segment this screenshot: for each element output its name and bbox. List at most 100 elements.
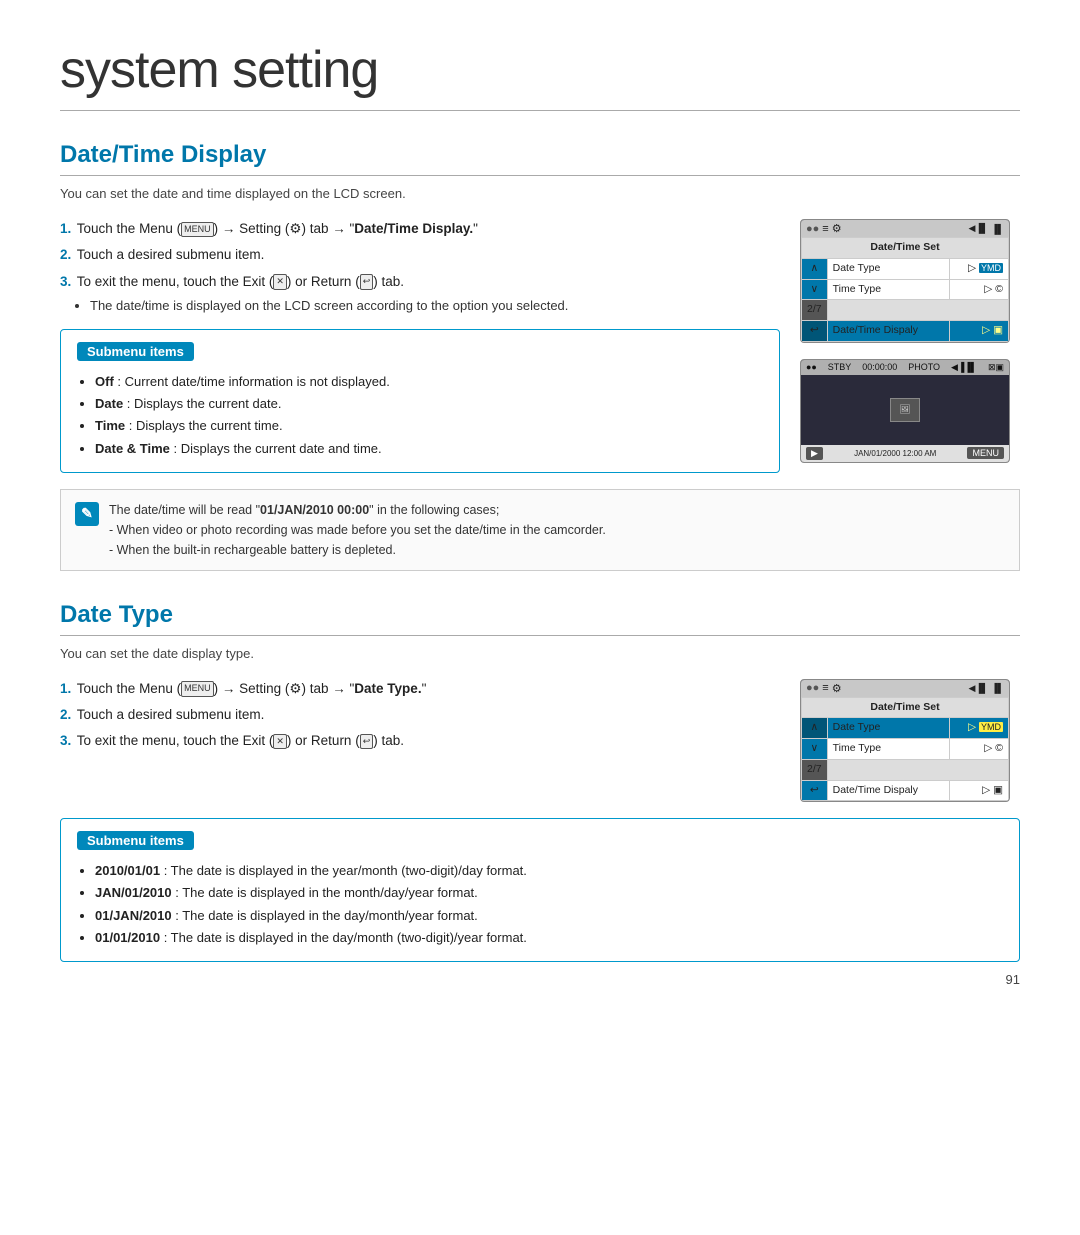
step1-3: 3. To exit the menu, touch the Exit (✕) …	[60, 272, 780, 316]
cam-datetype-value: ▷ YMD	[950, 258, 1009, 279]
section-datetime-display: Date/Time Display You can set the date a…	[60, 141, 1020, 571]
cam-playback-screenshot: ●● STBY 00:00:00 PHOTO ◀▐▐▌ ⊠▣ 🖼 ▶ JAN/0…	[800, 359, 1010, 463]
page-title: system setting	[60, 40, 1020, 100]
cam-topbar-icons-2: ●● ≡ ⚙	[806, 682, 842, 695]
section2-screenshots: ●● ≡ ⚙ ◀▐▌ ▐▌ Date/Time Set ∧ Da	[800, 679, 1020, 803]
step1-3-bullet1: The date/time is displayed on the LCD sc…	[90, 296, 780, 316]
section1-content: 1. Touch the Menu (MENU) → Setting (⚙) t…	[60, 219, 1020, 473]
cam-counter: 2/7	[802, 300, 828, 321]
step2-3: 3. To exit the menu, touch the Exit (✕) …	[60, 731, 780, 751]
cam-menu-header-2: Date/Time Set	[802, 697, 1009, 718]
cam-time-label: 00:00:00	[862, 362, 897, 372]
cam-battery-area: ◀▐▌ ▐▌	[969, 223, 1004, 234]
cam-oo-icon-3: ●●	[806, 682, 819, 694]
cam-nav-up-2: ∧	[802, 718, 828, 739]
step2-3-num: 3.	[60, 733, 71, 748]
cam-menu-list-icon: ≡	[822, 223, 828, 235]
cam-gear-icon-2: ⚙	[832, 682, 842, 695]
cam-display-label: Date/Time Dispaly	[827, 321, 950, 342]
cam-menu-table-1: Date/Time Set ∧ Date Type ▷ YMD ∨ Time T…	[801, 237, 1009, 342]
cam-menu-list-icon-2: ≡	[822, 682, 828, 694]
section2-content: 1. Touch the Menu (MENU) → Setting (⚙) t…	[60, 679, 1020, 803]
setting-icon: ⚙	[289, 221, 301, 236]
submenu-item-datetime: Date & Time : Displays the current date …	[95, 438, 763, 460]
section1-steps-area: 1. Touch the Menu (MENU) → Setting (⚙) t…	[60, 219, 780, 473]
note-line1: The date/time will be read "01/JAN/2010 …	[109, 503, 499, 517]
submenu-item-off: Off : Current date/time information is n…	[95, 371, 763, 393]
exit-icon: ✕	[273, 274, 287, 290]
return-icon-2: ↩	[360, 734, 374, 750]
step1-1-num: 1.	[60, 221, 71, 236]
cam-menu-button[interactable]: MENU	[967, 447, 1004, 459]
cam-thumbnail: 🖼	[890, 398, 920, 422]
section1-screenshots: ●● ≡ ⚙ ◀▐▌ ▐▌ Date/Time Set ∧ Da	[800, 219, 1020, 473]
section2-submenu-box: Submenu items 2010/01/01 : The date is d…	[60, 818, 1020, 961]
cam-play-button[interactable]: ▶	[806, 447, 823, 460]
cam-menu-row-timetype-2: ∨ Time Type ▷ ©	[802, 739, 1009, 760]
cam-display-value: ▷ ▣	[950, 321, 1009, 342]
cam-timetype-value: ▷ ©	[950, 279, 1009, 300]
section2-steps-area: 1. Touch the Menu (MENU) → Setting (⚙) t…	[60, 679, 780, 803]
cam-screenshot-2: ●● ≡ ⚙ ◀▐▌ ▐▌ Date/Time Set ∧ Da	[800, 679, 1010, 803]
submenu-item-time: Time : Displays the current time.	[95, 415, 763, 437]
step2-2-num: 2.	[60, 707, 71, 722]
section-date-type: Date Type You can set the date display t…	[60, 601, 1020, 962]
cam-nav-down-2: ∨	[802, 739, 828, 760]
cam-battery-icon-2: ▐▌	[991, 683, 1004, 693]
cam-date-display: JAN/01/2000 12:00 AM	[854, 449, 936, 458]
cam-topbar-2: ●● ≡ ⚙ ◀▐▌ ▐▌	[801, 680, 1009, 697]
section1-submenu-box: Submenu items Off : Current date/time in…	[60, 329, 780, 472]
section2-divider	[60, 635, 1020, 636]
cam-nav-down: ∨	[802, 279, 828, 300]
submenu2-item-ymd: 2010/01/01 : The date is displayed in th…	[95, 860, 1003, 882]
cam-menu-row-datetype-2: ∧ Date Type ▷ YMD	[802, 718, 1009, 739]
step1-1: 1. Touch the Menu (MENU) → Setting (⚙) t…	[60, 219, 780, 239]
cam-menu-table-2: Date/Time Set ∧ Date Type ▷ YMD ∨ Time T…	[801, 697, 1009, 802]
submenu2-item-dmy: 01/JAN/2010 : The date is displayed in t…	[95, 905, 1003, 927]
step1-2-num: 2.	[60, 247, 71, 262]
cam-menu-row-counter-2: 2/7	[802, 759, 1009, 780]
step2-1-target: Date Type.	[354, 681, 421, 696]
note-line2: - When video or photo recording was made…	[109, 523, 606, 537]
cam-gear-icon: ⚙	[832, 222, 842, 235]
section1-divider	[60, 175, 1020, 176]
cam-counter-2: 2/7	[802, 759, 828, 780]
step2-2: 2. Touch a desired submenu item.	[60, 705, 780, 725]
cam-nav-up: ∧	[802, 258, 828, 279]
menu-icon-2: MENU	[181, 681, 214, 697]
menu-icon: MENU	[181, 222, 214, 238]
return-icon: ↩	[360, 274, 374, 290]
cam-battery-area-2: ◀▐▌ ▐▌	[969, 683, 1004, 694]
cam-menu-header-row: Date/Time Set	[802, 238, 1009, 259]
cam-menu-header: Date/Time Set	[802, 238, 1009, 259]
step1-3-bullets: The date/time is displayed on the LCD sc…	[90, 296, 780, 316]
cam-display-value-2: ▷ ▣	[950, 780, 1009, 801]
submenu2-item-dmy2: 01/01/2010 : The date is displayed in th…	[95, 927, 1003, 949]
cam-nav-return: ↩	[802, 321, 828, 342]
cam-datetype-label: Date Type	[827, 258, 950, 279]
step1-1-target: Date/Time Display.	[354, 221, 473, 236]
section2-description: You can set the date display type.	[60, 646, 1020, 661]
cam-oo-icon-2: ●●	[806, 362, 817, 372]
page-title-divider	[60, 110, 1020, 111]
section1-steps-list: 1. Touch the Menu (MENU) → Setting (⚙) t…	[60, 219, 780, 315]
cam-menu-row-timetype: ∨ Time Type ▷ ©	[802, 279, 1009, 300]
cam-play-topbar: ●● STBY 00:00:00 PHOTO ◀▐▐▌ ⊠▣	[801, 360, 1009, 375]
submenu2-item-mdy: JAN/01/2010 : The date is displayed in t…	[95, 882, 1003, 904]
cam-datetype-label-2: Date Type	[827, 718, 950, 739]
cam-photo-label: PHOTO	[908, 362, 940, 372]
page-number: 91	[60, 972, 1020, 987]
cam-display-label-2: Date/Time Dispaly	[827, 780, 950, 801]
cam-stby-label: STBY	[828, 362, 852, 372]
step1-3-num: 3.	[60, 274, 71, 289]
cam-menu-header-row-2: Date/Time Set	[802, 697, 1009, 718]
section1-description: You can set the date and time displayed …	[60, 186, 1020, 201]
cam-screenshot-1: ●● ≡ ⚙ ◀▐▌ ▐▌ Date/Time Set ∧ Da	[800, 219, 1010, 343]
section2-steps-list: 1. Touch the Menu (MENU) → Setting (⚙) t…	[60, 679, 780, 752]
setting-icon-2: ⚙	[289, 681, 301, 696]
cam-nav-return-2: ↩	[802, 780, 828, 801]
cam-signal-icon-2: ◀▐▌	[969, 683, 989, 694]
section2-submenu-items: 2010/01/01 : The date is displayed in th…	[95, 860, 1003, 948]
cam-menu-row-datetype: ∧ Date Type ▷ YMD	[802, 258, 1009, 279]
submenu-item-date: Date : Displays the current date.	[95, 393, 763, 415]
